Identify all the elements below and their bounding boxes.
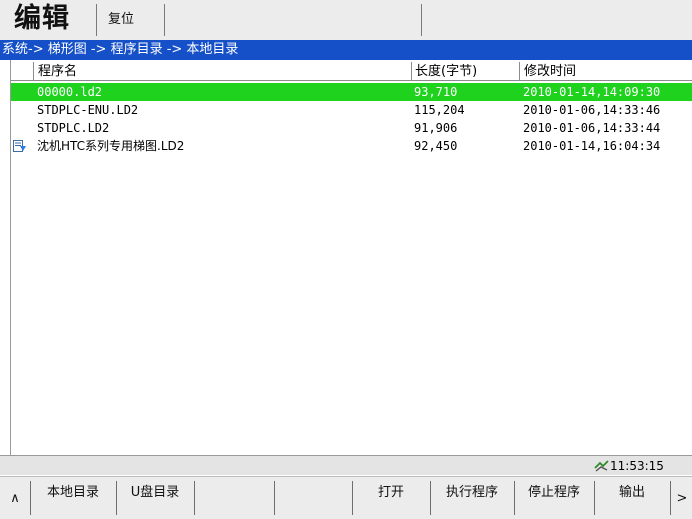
file-size: 93,710 [414,85,458,99]
file-name: STDPLC-ENU.LD2 [37,103,139,117]
reset-button[interactable]: 复位 [108,12,134,28]
softkey-empty-2[interactable] [276,482,350,512]
file-modified: 2010-01-14,16:04:34 [523,139,661,153]
table-row[interactable]: 00000.ld2 93,710 2010-01-14,14:09:30 [11,83,692,101]
breadcrumb: 系统-> 梯形图 -> 程序目录 -> 本地目录 [0,40,692,60]
table-row[interactable]: 沈机HTC系列专用梯图.LD2 92,450 2010-01-14,16:04:… [11,137,692,155]
softkey-empty-1[interactable] [196,482,272,512]
column-header-name[interactable]: 程序名 [38,62,77,81]
softkey-divider [430,481,431,515]
softkey-prev-page[interactable]: ∧ [2,480,28,510]
softkey-stop-program[interactable]: 停止程序 [516,482,592,512]
softkey-bar: ∧ 本地目录 U盘目录 打开 执行程序 停止程序 输出 > [0,476,692,519]
network-connection-icon [594,460,609,472]
toolbar-divider [421,4,422,36]
column-header-modified[interactable]: 修改时间 [524,62,576,81]
softkey-divider [274,481,275,515]
file-name: 沈机HTC系列专用梯图.LD2 [37,139,185,153]
file-modified: 2010-01-14,14:09:30 [523,85,661,99]
softkey-divider [352,481,353,515]
file-size: 91,906 [414,121,458,135]
softkey-open[interactable]: 打开 [354,482,428,512]
toolbar-divider [164,4,165,36]
file-list-panel: 程序名 长度(字节) 修改时间 00000.ld2 93,710 2010-01… [10,60,692,455]
column-divider [519,62,520,81]
softkey-usb-directory[interactable]: U盘目录 [118,482,192,512]
table-row[interactable]: STDPLC.LD2 91,906 2010-01-06,14:33:44 [11,119,692,137]
column-header-size[interactable]: 长度(字节) [415,62,477,81]
loaded-file-icon [13,140,26,152]
file-modified: 2010-01-06,14:33:44 [523,121,661,135]
file-name: 00000.ld2 [37,85,103,99]
column-divider [411,62,412,81]
file-name: STDPLC.LD2 [37,121,110,135]
softkey-divider [116,481,117,515]
softkey-next-page[interactable]: > [672,480,692,510]
softkey-divider [194,481,195,515]
file-size: 115,204 [414,103,465,117]
toolbar-divider [96,4,97,36]
mode-title: 编辑 [14,3,70,34]
softkey-divider [30,481,31,515]
top-toolbar: 编辑 复位 [0,0,692,40]
file-size: 92,450 [414,139,458,153]
clock-time: 11:53:15 [610,459,664,473]
table-header: 程序名 长度(字节) 修改时间 [11,62,692,81]
softkey-output[interactable]: 输出 [596,482,668,512]
file-modified: 2010-01-06,14:33:46 [523,103,661,117]
status-bar: 11:53:15 [0,455,692,475]
column-divider [33,62,34,81]
softkey-local-directory[interactable]: 本地目录 [32,482,114,512]
table-row[interactable]: STDPLC-ENU.LD2 115,204 2010-01-06,14:33:… [11,101,692,119]
softkey-divider [670,481,671,515]
softkey-divider [594,481,595,515]
softkey-run-program[interactable]: 执行程序 [432,482,512,512]
softkey-divider [514,481,515,515]
